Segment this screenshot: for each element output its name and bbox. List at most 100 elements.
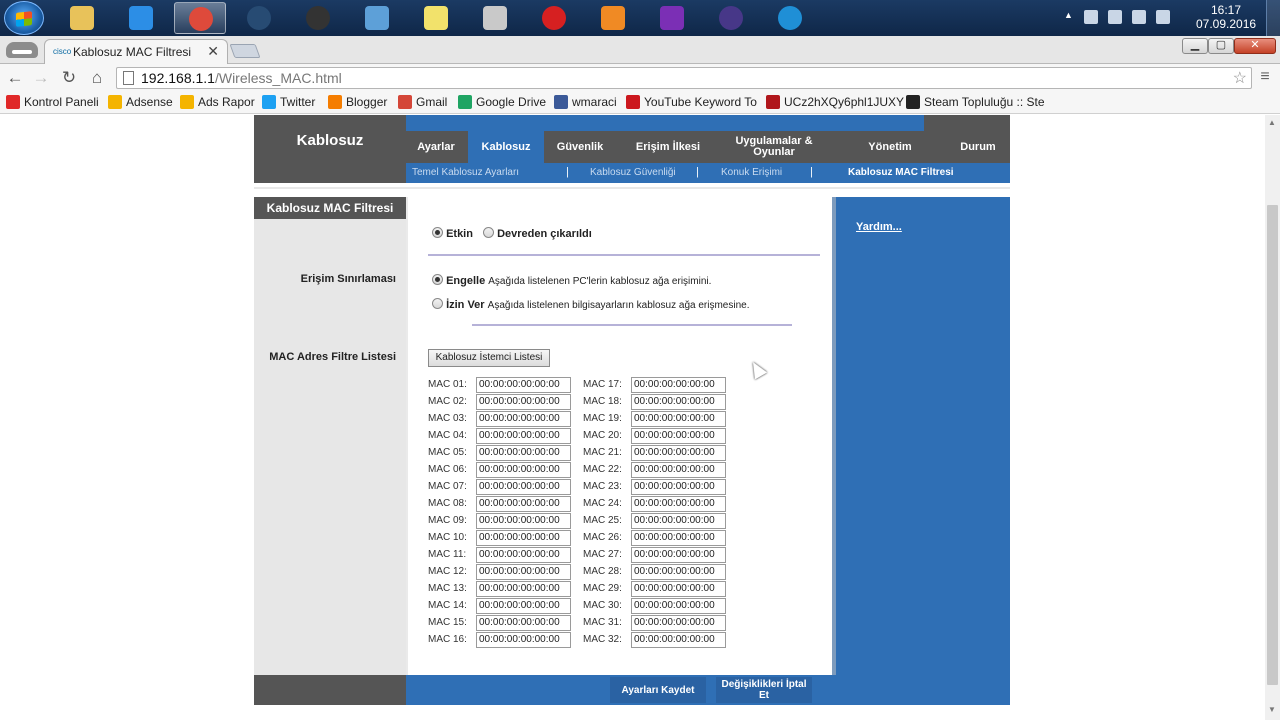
bookmark-item[interactable]: Steam Topluluğu :: Ste [906, 95, 1045, 111]
taskbar-app-notepad[interactable] [351, 2, 403, 34]
url-text[interactable]: 192.168.1.1/Wireless_MAC.html [141, 70, 342, 86]
mac-address-input[interactable]: 00:00:00:00:00:00 [476, 377, 571, 393]
bookmark-item[interactable]: UCz2hXQy6phl1JUXY [766, 95, 904, 111]
reload-icon[interactable]: ↻ [58, 67, 80, 89]
taskbar-app-media-player[interactable] [587, 2, 639, 34]
mac-address-input[interactable]: 00:00:00:00:00:00 [631, 479, 726, 495]
cancel-changes-button[interactable]: Değişiklikleri İptal Et [716, 677, 812, 703]
mac-address-input[interactable]: 00:00:00:00:00:00 [631, 530, 726, 546]
mac-address-input[interactable]: 00:00:00:00:00:00 [631, 411, 726, 427]
browser-menu-icon[interactable]: ≡ [1256, 68, 1274, 88]
mac-address-input[interactable]: 00:00:00:00:00:00 [476, 479, 571, 495]
taskbar-app-file-explorer[interactable] [56, 2, 108, 34]
subnav-basic-wireless-settings[interactable]: Temel Kablosuz Ayarları [412, 167, 519, 178]
mac-address-input[interactable]: 00:00:00:00:00:00 [476, 564, 571, 580]
mac-address-input[interactable]: 00:00:00:00:00:00 [476, 547, 571, 563]
bookmark-item[interactable]: Google Drive [458, 95, 546, 111]
mac-address-input[interactable]: 00:00:00:00:00:00 [476, 445, 571, 461]
disable-option[interactable]: Devreden çıkarıldı [483, 227, 592, 240]
bookmark-star-icon[interactable]: ☆ [1233, 68, 1247, 88]
taskbar-clock[interactable]: 16:17 07.09.2016 [1196, 3, 1256, 31]
taskbar-app-chrome[interactable] [174, 2, 226, 34]
bookmark-item[interactable]: Gmail [398, 95, 447, 111]
taskbar-app-visual-studio[interactable] [646, 2, 698, 34]
taskbar-app-steam[interactable] [233, 2, 285, 34]
mac-address-input[interactable]: 00:00:00:00:00:00 [476, 462, 571, 478]
mac-address-input[interactable]: 00:00:00:00:00:00 [631, 496, 726, 512]
bookmark-item[interactable]: Ads Rapor [180, 95, 255, 111]
mac-address-input[interactable]: 00:00:00:00:00:00 [476, 428, 571, 444]
mac-address-input[interactable]: 00:00:00:00:00:00 [476, 394, 571, 410]
taskbar-app-eclipse[interactable] [705, 2, 757, 34]
home-icon[interactable]: ⌂ [86, 67, 108, 89]
enable-option[interactable]: Etkin [432, 227, 473, 240]
tray-flag-icon[interactable] [1108, 10, 1122, 24]
browser-tab[interactable]: cisco Kablosuz MAC Filtresi ✕ [44, 39, 228, 64]
taskbar-app-paint[interactable] [469, 2, 521, 34]
back-arrow-icon[interactable]: ← [4, 67, 26, 89]
mac-address-input[interactable]: 00:00:00:00:00:00 [631, 377, 726, 393]
show-desktop-button[interactable] [1266, 0, 1280, 36]
bookmark-item[interactable]: YouTube Keyword To [626, 95, 757, 111]
help-link[interactable]: Yardım... [856, 221, 902, 233]
wireless-client-list-button[interactable]: Kablosuz İstemci Listesi [428, 349, 550, 367]
enable-radio[interactable] [432, 227, 443, 238]
taskbar-app-ccleaner[interactable] [764, 2, 816, 34]
scroll-thumb[interactable] [1267, 205, 1278, 685]
subnav-wireless-mac-filter[interactable]: Kablosuz MAC Filtresi [848, 167, 954, 178]
mac-address-input[interactable]: 00:00:00:00:00:00 [631, 581, 726, 597]
mac-address-input[interactable]: 00:00:00:00:00:00 [476, 615, 571, 631]
start-button[interactable] [4, 1, 44, 35]
subnav-guest-access[interactable]: Konuk Erişimi [721, 167, 782, 178]
mac-address-input[interactable]: 00:00:00:00:00:00 [631, 564, 726, 580]
tray-volume-icon[interactable] [1156, 10, 1170, 24]
window-maximize-button[interactable]: ▢ [1208, 38, 1234, 54]
mac-address-input[interactable]: 00:00:00:00:00:00 [631, 445, 726, 461]
mac-address-input[interactable]: 00:00:00:00:00:00 [631, 462, 726, 478]
tab-administration[interactable]: Yönetim [846, 131, 934, 163]
allow-radio[interactable] [432, 298, 443, 309]
taskbar-app-sticky-notes[interactable] [410, 2, 462, 34]
tray-expand-icon[interactable]: ▲ [1064, 10, 1073, 24]
bookmark-item[interactable]: Kontrol Paneli [6, 95, 99, 111]
tab-setup[interactable]: Ayarlar [406, 131, 466, 163]
window-close-button[interactable]: ✕ [1234, 38, 1276, 54]
page-scrollbar[interactable]: ▲ ▼ [1265, 115, 1280, 720]
mac-address-input[interactable]: 00:00:00:00:00:00 [476, 411, 571, 427]
scroll-up-icon[interactable]: ▲ [1268, 118, 1276, 127]
bookmark-item[interactable]: Adsense [108, 95, 173, 111]
block-option[interactable]: Engelle Aşağıda listelenen PC'lerin kabl… [432, 274, 711, 287]
mac-address-input[interactable]: 00:00:00:00:00:00 [631, 598, 726, 614]
mac-address-input[interactable]: 00:00:00:00:00:00 [631, 513, 726, 529]
tab-status[interactable]: Durum [946, 131, 1010, 163]
mac-address-input[interactable]: 00:00:00:00:00:00 [476, 632, 571, 648]
taskbar-app-internet-explorer[interactable] [115, 2, 167, 34]
block-radio[interactable] [432, 274, 443, 285]
address-bar[interactable]: 192.168.1.1/Wireless_MAC.html ☆ [116, 67, 1252, 89]
tray-network-icon[interactable] [1132, 10, 1146, 24]
tab-applications-gaming[interactable]: Uygulamalar & Oyunlar [722, 131, 826, 163]
save-settings-button[interactable]: Ayarları Kaydet [610, 677, 706, 703]
bookmark-item[interactable]: Twitter [262, 95, 315, 111]
tab-security[interactable]: Güvenlik [546, 131, 614, 163]
bookmark-item[interactable]: Blogger [328, 95, 387, 111]
forward-arrow-icon[interactable]: → [30, 67, 52, 89]
tab-close-icon[interactable]: ✕ [207, 43, 219, 60]
bookmark-item[interactable]: wmaraci [554, 95, 617, 111]
mac-address-input[interactable]: 00:00:00:00:00:00 [631, 394, 726, 410]
new-tab-button[interactable] [229, 44, 261, 58]
scroll-down-icon[interactable]: ▼ [1268, 705, 1276, 714]
allow-option[interactable]: İzin Ver Aşağıda listelenen bilgisayarla… [432, 298, 749, 311]
mac-address-input[interactable]: 00:00:00:00:00:00 [631, 428, 726, 444]
mac-address-input[interactable]: 00:00:00:00:00:00 [631, 632, 726, 648]
tab-wireless[interactable]: Kablosuz [468, 131, 544, 163]
mac-address-input[interactable]: 00:00:00:00:00:00 [476, 513, 571, 529]
taskbar-app-opera[interactable] [528, 2, 580, 34]
disable-radio[interactable] [483, 227, 494, 238]
tray-usb-icon[interactable] [1084, 10, 1098, 24]
mac-address-input[interactable]: 00:00:00:00:00:00 [476, 496, 571, 512]
taskbar-app-obs[interactable] [292, 2, 344, 34]
mac-address-input[interactable]: 00:00:00:00:00:00 [631, 615, 726, 631]
mac-address-input[interactable]: 00:00:00:00:00:00 [476, 598, 571, 614]
tab-access-policy[interactable]: Erişim İlkesi [616, 131, 720, 163]
